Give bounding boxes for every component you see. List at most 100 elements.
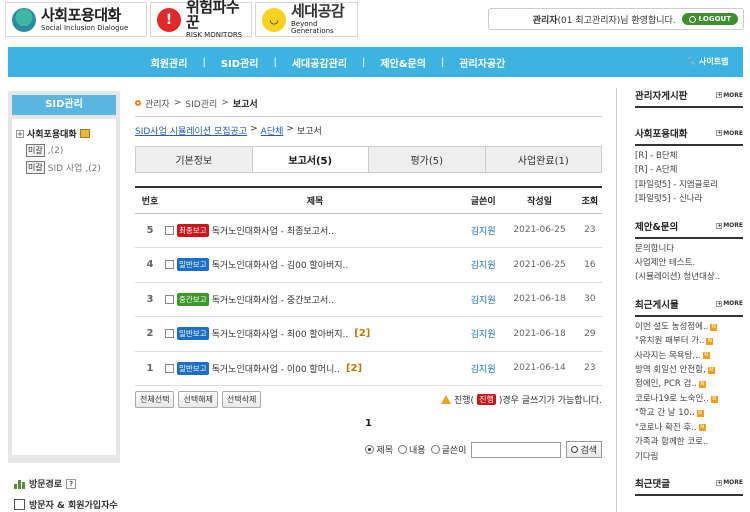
tab-completion[interactable]: 사업완료(1) [485,147,601,172]
widget-item[interactable]: [파일럿5] - 신나라 [635,192,743,206]
widget-item[interactable]: "학교 간 날 10.. N [635,406,743,420]
search-option-content[interactable]: 내용 [398,443,426,456]
tree-child[interactable]: 미갈 ,(2) [26,144,112,157]
widget-item[interactable]: 정에인, PCR 검.. N [635,377,743,391]
nav-item-members[interactable]: 회원관리 [136,55,203,70]
table-row[interactable]: 5 최종보고 독거노인대화사업 - 최종보고서.. 김지원 2021-06-25 23 [135,213,602,248]
row-subject-link[interactable]: 독거노인대화사업 - 김00 할아버지.. [212,258,349,271]
search-option-writer[interactable]: 글쓴이 [430,443,466,456]
widget-item[interactable]: [파일럿5] - 지엠글로리 [635,178,743,192]
pagination-current[interactable]: 1 [135,418,602,429]
search-input[interactable] [471,441,562,458]
nav-item-generations[interactable]: 세대공감관리 [277,55,362,70]
table-row[interactable]: 4 일반보고 독거노인대화사업 - 김00 할아버지.. 김지원 2021-06-25 1… [135,247,602,283]
row-checkbox[interactable] [165,363,174,373]
widget-item[interactable]: 코로나19로 노숙인.. N [635,392,743,406]
row-checkbox[interactable] [165,260,174,270]
expand-icon[interactable]: + [16,129,24,138]
logout-button[interactable]: LOGOUT [681,13,738,25]
path-link-notice[interactable]: SID사업 시뮬레이션 모집공고 [135,124,247,137]
help-icon[interactable]: ? [66,478,77,489]
logout-label: LOGOUT [698,15,731,23]
row-writer[interactable]: 김지원 [465,351,502,386]
row-writer[interactable]: 김지원 [465,282,502,317]
search-option-title[interactable]: 제목 [365,443,393,456]
widget-item[interactable]: (시뮬레이션) 청년대상.. [635,270,743,284]
new-badge-icon: N [698,381,706,389]
nav-item-proposals[interactable]: 제안&문의 [365,55,441,70]
widget-item[interactable]: 문의합니다 [635,242,743,256]
new-badge-icon: N [698,424,706,432]
table-row[interactable]: 2 일반보고 독거노인대화사업 - 최00 할아버지.. [2] 김지원 2021-06-… [135,316,602,352]
row-subject-link[interactable]: 독거노인대화사업 - 최종보고서.. [212,224,334,237]
row-checkbox[interactable] [165,225,174,235]
nav-item-sid[interactable]: SID관리 [206,55,274,70]
nav-item-admin-space[interactable]: 관리자공간 [444,55,520,70]
logo-subtitle: RISK MONITORS [186,31,243,39]
more-button[interactable]: + MORE [716,130,743,137]
widget-title[interactable]: 최근댓글 [635,476,670,490]
logo-social-inclusion[interactable]: 사회포용대화 Social Inclusion Dialogue [5,2,147,37]
widget-section: 최근게시물 + MORE 이번 설도 농성정에.. N "유치원 패부터 가.. N 사라지는… [635,297,743,464]
widget-item[interactable]: 방역 회일선 안전함, N [635,363,743,377]
widget-item[interactable]: "유치원 패부터 가.. N [635,334,743,348]
widget-item[interactable]: 사라지는 목욕탕,.. N [635,349,743,363]
table-row[interactable]: 1 일반보고 독거노인대화사업 - 이00 할머니.. [2] 김지원 2021-06-1… [135,351,602,386]
tree-root[interactable]: + 사회포용대화 [16,127,112,140]
row-writer[interactable]: 김지원 [465,316,502,352]
deselect-button[interactable]: 선택해제 [178,391,218,408]
radio-icon[interactable] [430,445,440,454]
report-type-badge: 중간보고 [177,292,209,306]
table-icon [14,499,25,510]
more-button[interactable]: + MORE [716,92,743,99]
row-date: 2021-06-25 [501,213,578,248]
main-content: 관리자 > SID관리 > 보고서 SID사업 시뮬레이션 모집공고 > A단체… [135,95,602,458]
widget-title[interactable]: 사회포용대화 [635,126,687,140]
tree-child[interactable]: 미갈 SID 사업 ,(2) [26,161,112,174]
row-number: 5 [135,213,165,248]
tab-reports[interactable]: 보고서(5) [252,147,369,172]
widget-title[interactable]: 관리자게시판 [635,88,687,102]
widget-item[interactable]: 이번 설도 농성정에.. N [635,320,743,334]
sitemap-link[interactable]: 🔧 사이트맵 [686,56,728,67]
tab-basic-info[interactable]: 기본정보 [136,147,253,172]
widget-item[interactable]: 가족과 함께한 코로.. [635,435,743,449]
widget-item[interactable]: "코로나 확진 후.. N [635,421,743,435]
report-type-badge: 일반보고 [177,258,209,272]
logo-beyond-generations[interactable]: ◡ 세대공감 Beyond Generations [255,2,358,37]
widget-item[interactable]: [R] - B단체 [635,149,743,163]
row-checkbox[interactable] [165,294,174,304]
delete-selected-button[interactable]: 선택삭제 [221,391,262,408]
visit-path-link[interactable]: 방문경로 ? [14,477,118,490]
breadcrumb-item[interactable]: SID관리 [185,97,217,110]
edit-note-icon[interactable] [79,129,90,138]
tab-evaluation[interactable]: 평가(5) [369,147,486,172]
row-checkbox[interactable] [165,329,174,339]
path-link-group[interactable]: A단체 [261,124,284,137]
power-icon [688,15,696,23]
row-views: 23 [577,213,602,248]
widget-item[interactable]: [R] - A단체 [635,163,743,177]
logo-risk-monitors[interactable]: ! 위험파수꾼 RISK MONITORS [150,0,252,39]
table-row[interactable]: 3 중간보고 독거노인대화사업 - 중간보고서.. 김지원 2021-06-18 30 [135,282,602,317]
select-all-button[interactable]: 전체선택 [135,391,175,408]
widget-title[interactable]: 제안&문의 [635,219,678,233]
row-subject-link[interactable]: 독거노인대화사업 - 중간보고서.. [212,293,334,306]
more-button[interactable]: + MORE [716,222,743,229]
visitors-link[interactable]: 방문자 & 회원가입자수 [14,498,118,511]
row-writer[interactable]: 김지원 [465,247,502,283]
row-subject-link[interactable]: 독거노인대화사업 - 이00 할머니.. [212,362,340,375]
breadcrumb-item[interactable]: 관리자 [145,97,170,110]
more-button[interactable]: + MORE [716,300,743,307]
row-subject-link[interactable]: 독거노인대화사업 - 최00 할아버지.. [212,327,349,340]
radio-icon[interactable] [365,445,375,454]
widget-item-text: 사업제안 테스트. [635,258,696,269]
more-button[interactable]: + MORE [716,479,743,486]
widget-item-text: "학교 간 날 10.. [635,408,695,419]
widget-item[interactable]: 사업제안 테스트. [635,256,743,270]
row-writer[interactable]: 김지원 [465,213,502,248]
radio-icon[interactable] [398,445,408,454]
search-button[interactable]: 검색 [566,441,602,458]
widget-item[interactable]: 기다림 [635,450,743,464]
widget-title[interactable]: 최근게시물 [635,297,679,311]
